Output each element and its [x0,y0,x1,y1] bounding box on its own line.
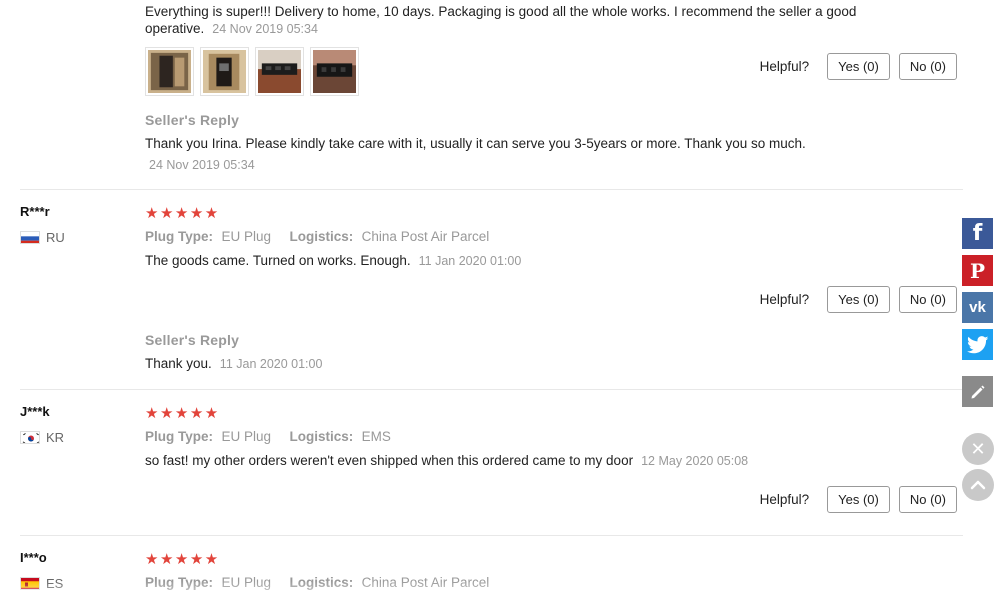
twitter-share-button[interactable] [962,329,993,360]
star-rating: ★★★★★ [145,205,220,222]
logistics-value: EMS [361,429,391,444]
seller-reply-text: Thank you Irina. Please kindly take care… [145,136,806,151]
helpful-label: Helpful? [759,492,810,507]
close-share-button[interactable]: ✕ [962,433,994,465]
vk-icon: vk [969,299,986,316]
reviewer-info: J***k KR [20,404,64,445]
seller-reply-date: 11 Jan 2020 01:00 [219,357,323,371]
star-rating: ★★★★★ [145,551,220,568]
seller-reply-text: Thank you. 11 Jan 2020 01:00 [145,356,322,371]
helpful-group: Helpful? Yes (0) No (0) [760,486,957,513]
pinterest-share-button[interactable]: P [962,255,993,286]
flag-kr-icon [20,431,40,444]
review-date: 24 Nov 2019 05:34 [212,22,318,36]
seller-reply-body: Thank you. [145,356,212,371]
twitter-icon [966,335,988,353]
review-body: so fast! my other orders weren't even sh… [145,453,634,468]
helpful-yes-button[interactable]: Yes (0) [827,286,890,313]
seller-reply-label: Seller's Reply [145,112,240,128]
scroll-to-top-button[interactable] [962,469,994,501]
photo-2-image [203,50,246,93]
review-divider [20,189,963,190]
reviewer-name: R***r [20,204,50,219]
review-divider [20,389,963,390]
flag-ru-icon [20,231,40,244]
chevron-up-icon [970,480,986,490]
star-rating: ★★★★★ [145,405,220,422]
plug-type-value: EU Plug [221,229,271,244]
helpful-group: Helpful? Yes (0) No (0) [760,286,957,313]
review-photo-thumbnail[interactable] [200,47,249,96]
plug-type-label: Plug Type: [145,229,214,244]
reviews-page: Everything is super!!! Delivery to home,… [0,0,1000,603]
reviewer-country: KR [20,430,64,445]
review-meta: Plug Type: EU Plug Logistics: China Post… [145,228,489,246]
review-photos [145,47,359,96]
country-code: KR [46,430,65,445]
reviewer-name: I***o [20,550,47,565]
pencil-icon [971,385,984,398]
logistics-label: Logistics: [289,229,354,244]
review-body: The goods came. Turned on works. Enough. [145,253,411,268]
seller-reply-label: Seller's Reply [145,332,240,348]
helpful-yes-button[interactable]: Yes (0) [827,486,890,513]
photo-1-image [148,50,191,93]
bottom-fade [0,581,1000,603]
pinterest-icon: P [969,258,986,283]
logistics-value: China Post Air Parcel [361,229,490,244]
review-divider [20,535,963,536]
plug-type-label: Plug Type: [145,429,214,444]
facebook-icon: f [972,221,983,246]
country-code: RU [46,230,65,245]
helpful-group: Helpful? Yes (0) No (0) [760,53,957,80]
reviewer-info: R***r RU [20,204,65,245]
close-icon: ✕ [970,438,986,460]
helpful-no-button[interactable]: No (0) [898,286,957,313]
review-text: The goods came. Turned on works. Enough.… [145,253,521,268]
helpful-yes-button[interactable]: Yes (0) [827,53,890,80]
facebook-share-button[interactable]: f [962,218,993,249]
seller-reply-date-row: 24 Nov 2019 05:34 [141,156,255,174]
reviewer-name: J***k [20,404,50,419]
review-text: Everything is super!!! Delivery to home,… [145,3,905,38]
vk-share-button[interactable]: vk [962,292,993,323]
helpful-no-button[interactable]: No (0) [898,486,957,513]
photo-3-image [258,50,301,93]
photo-4-image [313,50,356,93]
helpful-label: Helpful? [759,59,810,74]
review-date: 12 May 2020 05:08 [641,454,749,468]
review-text: so fast! my other orders weren't even sh… [145,453,748,468]
logistics-label: Logistics: [289,429,354,444]
seller-reply-date: 24 Nov 2019 05:34 [149,158,255,172]
review-photo-thumbnail[interactable] [310,47,359,96]
review-photo-thumbnail[interactable] [145,47,194,96]
edit-button[interactable] [962,376,993,407]
review-date: 11 Jan 2020 01:00 [418,254,522,268]
review-meta: Plug Type: EU Plug Logistics: EMS [145,428,391,446]
helpful-label: Helpful? [759,292,810,307]
helpful-no-button[interactable]: No (0) [898,53,957,80]
plug-type-value: EU Plug [221,429,271,444]
reviewer-country: RU [20,230,65,245]
review-photo-thumbnail[interactable] [255,47,304,96]
